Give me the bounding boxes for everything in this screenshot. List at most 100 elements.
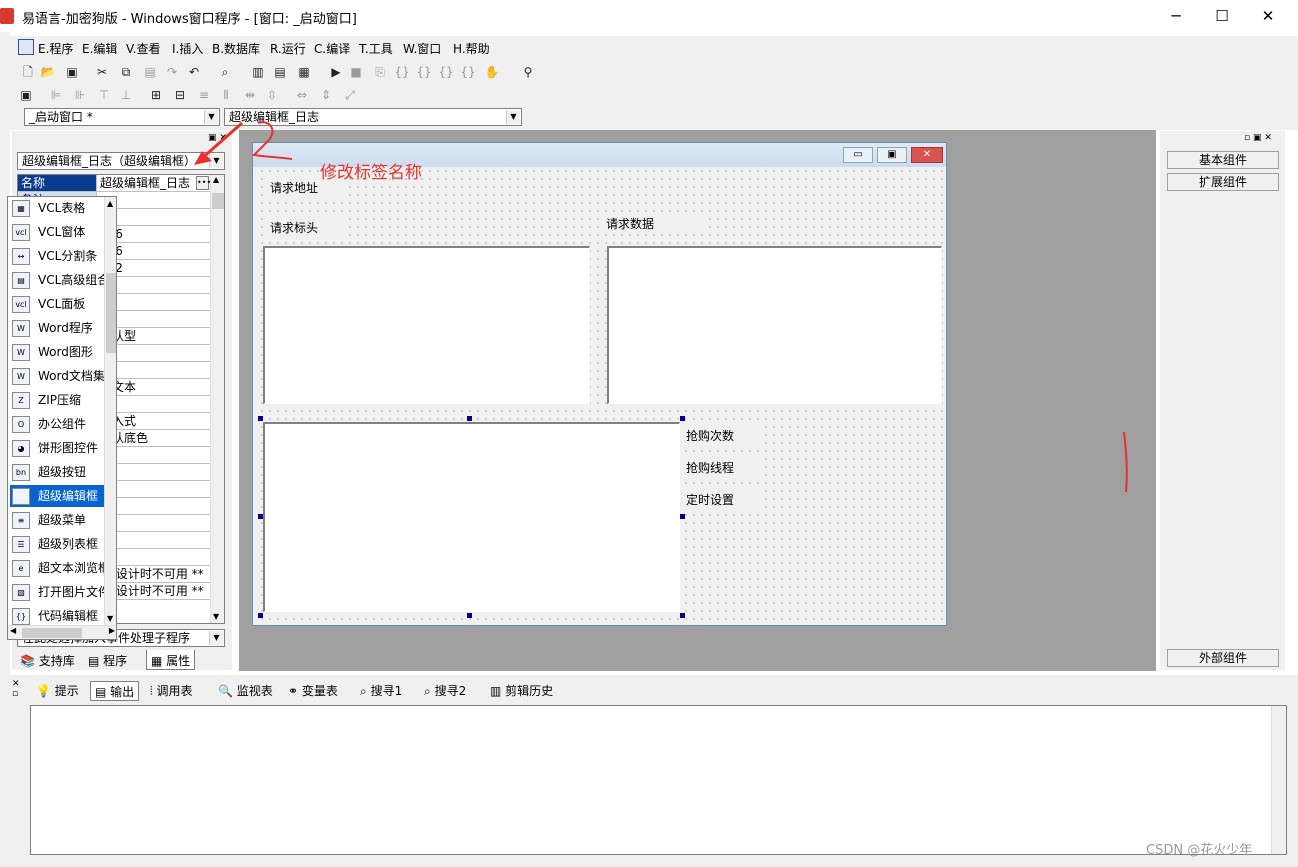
resize-handle[interactable]	[680, 613, 685, 618]
scroll-left-icon[interactable]: ◀	[10, 626, 16, 635]
align-left-icon[interactable]: ⊫	[48, 87, 64, 103]
component-item[interactable]: W Word文档集	[10, 365, 107, 387]
tab-output[interactable]: ▤ 输出	[90, 681, 140, 701]
scroll-up-icon[interactable]: ▲	[213, 175, 219, 184]
scroll-thumb[interactable]	[106, 273, 116, 353]
request-headers-edit[interactable]	[263, 246, 590, 404]
component-hscrollbar[interactable]: ◀ ▶	[8, 625, 116, 639]
find-icon[interactable]: ⌕	[217, 64, 233, 80]
label-purchase-count[interactable]: 抢购次数	[684, 425, 764, 446]
menu-program[interactable]: E.程序	[38, 40, 73, 57]
component-item[interactable]: W Word图形	[10, 341, 107, 363]
resize-handle[interactable]	[258, 613, 263, 618]
menu-run[interactable]: R.运行	[270, 40, 306, 57]
component-item[interactable]: ▨ 打开图片文件	[10, 581, 107, 603]
menu-tools[interactable]: T.工具	[359, 40, 393, 57]
tab-hint[interactable]: 💡 提示	[36, 681, 79, 701]
new-file-icon[interactable]: 🗋	[20, 64, 36, 80]
menu-view[interactable]: V.查看	[126, 40, 160, 57]
component-scrollbar[interactable]: ▲ ▼	[104, 197, 116, 625]
resize-handle[interactable]	[258, 514, 263, 519]
scroll-up-icon[interactable]: ▲	[107, 199, 113, 208]
scroll-down-icon[interactable]: ▼	[213, 612, 219, 621]
resize-handle[interactable]	[467, 613, 472, 618]
open-folder-icon[interactable]: 📂	[40, 64, 56, 80]
form-window[interactable]: ▭ ▣ ✕ 请求地址 请求标头 请求数据 抢购次数 抢购线程 定时设置	[252, 142, 947, 626]
component-item[interactable]: vcl VCL窗体	[10, 221, 107, 243]
component-item[interactable]: ab 超级编辑框	[10, 485, 107, 507]
space-h-icon[interactable]: ⇹	[242, 87, 258, 103]
component-item[interactable]: {} 代码编辑框	[10, 605, 107, 627]
cut-icon[interactable]: ✂	[94, 64, 110, 80]
component-item[interactable]: e 超文本浏览框	[10, 557, 107, 579]
step-icon[interactable]: ⎘	[372, 64, 388, 80]
extended-components-button[interactable]: 扩展组件	[1167, 173, 1279, 191]
resize-handle[interactable]	[680, 514, 685, 519]
scroll-down-icon[interactable]: ▼	[107, 614, 113, 623]
component-item[interactable]: ▤ VCL高级组合框	[10, 269, 107, 291]
resize-handle[interactable]	[467, 416, 472, 421]
label-request-data[interactable]: 请求数据	[604, 213, 704, 234]
size-w-icon[interactable]: ⇔	[294, 87, 310, 103]
step-into-icon[interactable]: {}	[394, 64, 410, 80]
component-item[interactable]: bn 超级按钮	[10, 461, 107, 483]
align-top-icon[interactable]: ⊤	[96, 87, 112, 103]
label-purchase-threads[interactable]: 抢购线程	[684, 457, 764, 478]
scroll-thumb[interactable]	[212, 193, 224, 209]
step-over-icon[interactable]: {}	[416, 64, 432, 80]
redo-icon[interactable]: ↷	[164, 64, 180, 80]
panel-controls-icon[interactable]: ▫ ▣ ✕	[1244, 133, 1272, 143]
size-h-icon[interactable]: ⇕	[318, 87, 334, 103]
align-right-icon[interactable]: ⊪	[72, 87, 88, 103]
tab-clip-history[interactable]: ▥ 剪辑历史	[490, 681, 553, 701]
binoculars-icon[interactable]: ⚲	[520, 64, 536, 80]
component-item[interactable]: ↔ VCL分割条	[10, 245, 107, 267]
label-request-headers[interactable]: 请求标头	[268, 217, 348, 238]
size-both-icon[interactable]: ⤢	[342, 87, 358, 103]
label-timer-setting[interactable]: 定时设置	[684, 489, 764, 510]
tab-support-lib[interactable]: 📚 支持库	[20, 652, 75, 669]
paste-icon[interactable]: ▤	[142, 64, 158, 80]
component-item[interactable]: ☰ 超级列表框	[10, 533, 107, 555]
layout1-icon[interactable]: ▥	[250, 64, 266, 80]
tab-properties[interactable]: ▦ 属性	[146, 650, 196, 670]
ellipsis-button[interactable]: •••	[196, 176, 211, 190]
layout3-icon[interactable]: ▦	[296, 64, 312, 80]
property-scrollbar[interactable]: ▲ ▼	[210, 175, 224, 623]
component-item[interactable]: W Word程序	[10, 317, 107, 339]
component-item[interactable]: O 办公组件	[10, 413, 107, 435]
property-row[interactable]: 名称 超级编辑框_日志	[18, 175, 210, 192]
external-components-button[interactable]: 外部组件	[1167, 649, 1279, 667]
property-value[interactable]: 超级编辑框_日志	[98, 175, 210, 191]
copy-icon[interactable]: ⧉	[118, 64, 134, 80]
run-to-cursor-icon[interactable]: {}	[460, 64, 476, 80]
tab-program[interactable]: ▤ 程序	[88, 652, 127, 669]
save-icon[interactable]: ▣	[64, 64, 80, 80]
resize-handle[interactable]	[258, 416, 263, 421]
close-button[interactable]: ✕	[1245, 0, 1291, 32]
minimize-button[interactable]: ─	[1153, 0, 1199, 32]
hscroll-thumb[interactable]	[22, 628, 82, 638]
menu-edit[interactable]: E.编辑	[82, 40, 117, 57]
stop-icon[interactable]: ■	[348, 64, 364, 80]
component-item[interactable]: ▦ VCL表格	[10, 197, 107, 219]
component-item[interactable]: vcl VCL面板	[10, 293, 107, 315]
tab-search2[interactable]: ⌕ 搜寻2	[424, 681, 466, 701]
menu-window[interactable]: W.窗口	[403, 40, 441, 57]
basic-components-button[interactable]: 基本组件	[1167, 151, 1279, 169]
center-h-icon[interactable]: ⊞	[148, 87, 164, 103]
menu-compile[interactable]: C.编译	[314, 40, 350, 57]
step-out-icon[interactable]: {}	[438, 64, 454, 80]
menu-database[interactable]: B.数据库	[212, 40, 260, 57]
tab-variable-table[interactable]: ⚭ 变量表	[288, 681, 338, 701]
grid-icon[interactable]: ▣	[18, 87, 34, 103]
same-width-icon[interactable]: ≡	[196, 87, 212, 103]
menu-insert[interactable]: I.插入	[172, 40, 203, 57]
align-bottom-icon[interactable]: ⊥	[118, 87, 134, 103]
maximize-button[interactable]: ☐	[1199, 0, 1245, 32]
menu-help[interactable]: H.帮助	[453, 40, 490, 57]
same-height-icon[interactable]: ⦀	[218, 87, 234, 103]
hand-icon[interactable]: ✋	[484, 64, 500, 80]
component-item[interactable]: Z ZIP压缩	[10, 389, 107, 411]
scroll-right-icon[interactable]: ▶	[109, 626, 115, 635]
